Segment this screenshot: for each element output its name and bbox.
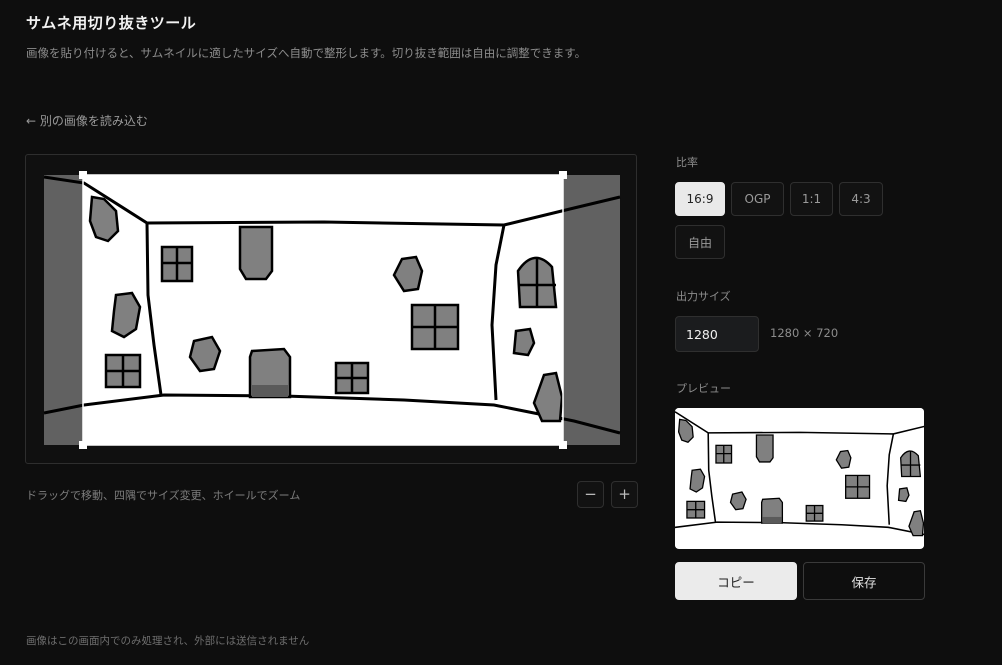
load-another-image-link[interactable]: ← 別の画像を読み込む [26,112,148,129]
zoom-out-button[interactable]: − [577,481,604,508]
ratio-label: 比率 [676,156,698,169]
save-button[interactable]: 保存 [803,562,925,600]
source-image [42,173,622,447]
crop-mask-left [44,175,83,445]
crop-handle-bottom-left[interactable] [79,441,87,449]
privacy-note: 画像はこの画面内でのみ処理され、外部には送信されません [26,635,310,647]
zoom-in-button[interactable]: + [611,481,638,508]
ratio-16-9-button[interactable]: 16:9 [675,182,725,216]
page-title: サムネ用切り抜きツール [26,14,197,32]
output-size-readout: 1280 × 720 [770,326,839,340]
ratio-4-3-button[interactable]: 4:3 [839,182,883,216]
crop-image[interactable] [26,155,637,464]
ratio-free-button[interactable]: 自由 [675,225,725,259]
ratio-ogp-button[interactable]: OGP [731,182,784,216]
copy-button[interactable]: コピー [675,562,797,600]
output-size-label: 出力サイズ [676,290,731,303]
preview-image [675,408,924,549]
page-subtitle: 画像を貼り付けると、サムネイルに適したサイズへ自動で整形します。切り抜き範囲は自… [26,46,587,60]
preview-label: プレビュー [676,382,731,395]
crop-canvas[interactable] [25,154,637,464]
output-width-input[interactable] [675,316,759,352]
crop-handle-bottom-right[interactable] [559,441,567,449]
crop-mask-right [563,175,620,445]
ratio-1-1-button[interactable]: 1:1 [790,182,833,216]
crop-handle-top-right[interactable] [559,171,567,179]
crop-hint: ドラッグで移動、四隅でサイズ変更、ホイールでズーム [26,489,301,502]
crop-handle-top-left[interactable] [79,171,87,179]
